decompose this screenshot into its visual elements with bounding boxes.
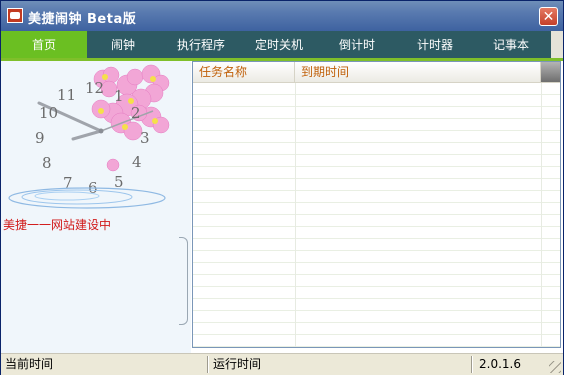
task-list-header: 任务名称 到期时间 [193, 62, 560, 83]
clock-number: 10 [39, 104, 59, 122]
task-list[interactable]: 任务名称 到期时间 [192, 61, 561, 348]
resize-grip-icon[interactable] [549, 361, 561, 373]
status-bar: 当前时间 运行时间 2.0.1.6 [1, 353, 563, 375]
tab-notepad[interactable]: 记事本 [471, 31, 551, 58]
water-ripple-graphic [8, 187, 166, 209]
clock-number: 1 [114, 87, 124, 105]
tab-scheduled-shutdown[interactable]: 定时关机 [243, 31, 315, 58]
tab-run-program[interactable]: 执行程序 [159, 31, 243, 58]
tab-bar: 首页 闹钟 执行程序 定时关机 倒计时 计时器 记事本 [1, 31, 563, 61]
column-task-name[interactable]: 任务名称 [193, 62, 295, 82]
task-list-body[interactable] [193, 83, 560, 347]
version-label: 2.0.1.6 [479, 357, 521, 371]
current-time-label: 当前时间 [5, 357, 54, 371]
run-time-label: 运行时间 [213, 357, 262, 371]
header-corner [541, 62, 560, 82]
clock-number: 2 [131, 104, 141, 122]
tab-alarm[interactable]: 闹钟 [87, 31, 159, 58]
home-left-pane: 12 1 2 3 4 5 6 7 8 9 10 11 美捷一一网站建设中 [1, 61, 191, 353]
close-icon: ✕ [542, 9, 555, 25]
column-divider [295, 83, 296, 347]
pane-splitter[interactable] [179, 237, 188, 325]
clock-number: 12 [85, 79, 105, 97]
website-notice[interactable]: 美捷一一网站建设中 [3, 216, 111, 233]
clock-number: 11 [57, 86, 77, 104]
alarm-app-icon[interactable] [7, 8, 23, 23]
window-title: 美捷闹钟 Beta版 [28, 12, 137, 27]
tab-timer[interactable]: 计时器 [399, 31, 471, 58]
clock-number: 8 [42, 154, 52, 172]
main-window: 美捷闹钟 Beta版 ✕ 首页 闹钟 执行程序 定时关机 倒计时 计时器 记事本 [0, 0, 564, 375]
column-due-time[interactable]: 到期时间 [295, 62, 541, 82]
tab-home[interactable]: 首页 [1, 31, 87, 58]
tab-countdown[interactable]: 倒计时 [315, 31, 399, 58]
title-bar[interactable]: 美捷闹钟 Beta版 ✕ [1, 1, 563, 31]
column-divider [541, 83, 542, 347]
clock-number: 3 [140, 129, 150, 147]
status-divider [471, 356, 473, 373]
clock-number: 9 [35, 129, 45, 147]
close-button[interactable]: ✕ [539, 7, 558, 26]
clock-number: 4 [132, 153, 142, 171]
tab-bar-end [551, 31, 563, 58]
